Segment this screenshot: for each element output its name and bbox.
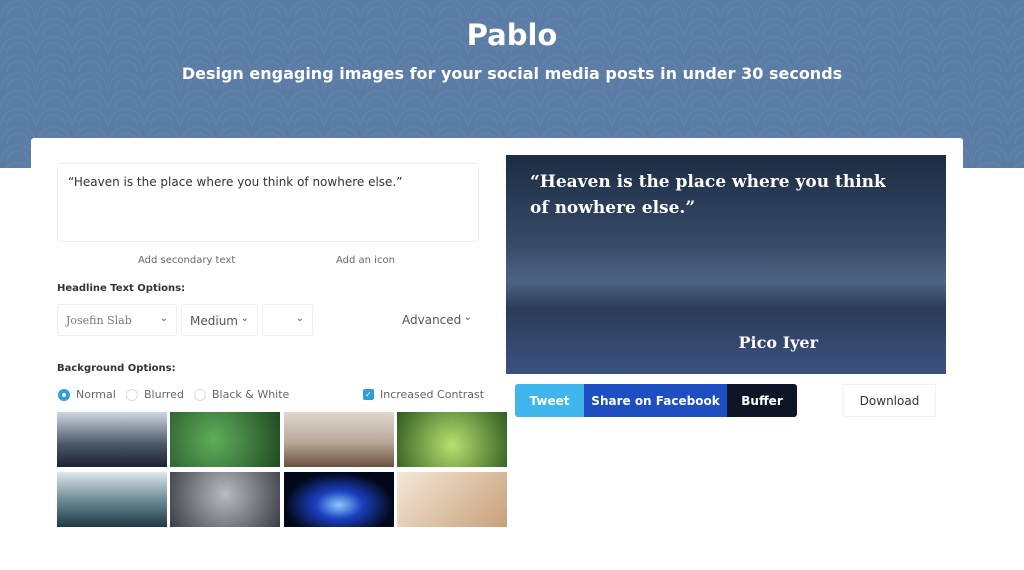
app-subtitle: Design engaging images for your social m… (181, 64, 843, 83)
image-preview: “Heaven is the place where you think of … (506, 155, 946, 374)
preview-quote: “Heaven is the place where you think of … (530, 172, 886, 218)
increased-contrast-checkbox[interactable]: ✓ Increased Contrast (363, 388, 484, 401)
radio-label: Blurred (144, 388, 184, 401)
background-thumbnail[interactable] (57, 472, 167, 527)
font-value: Josefin Slab (66, 314, 132, 327)
background-thumbnail[interactable] (170, 412, 280, 467)
radio-normal[interactable]: Normal (58, 388, 116, 401)
chevron-down-icon: ⌄ (463, 312, 472, 323)
checkmark-icon: ✓ (363, 389, 374, 400)
background-thumbnail[interactable] (57, 412, 167, 467)
chevron-down-icon: ⌄ (240, 313, 249, 324)
headline-textarea[interactable]: “Heaven is the place where you think of … (57, 163, 479, 242)
font-select[interactable]: Josefin Slab ⌄ (57, 304, 177, 336)
headline-options-label: Headline Text Options: (57, 283, 186, 294)
size-select[interactable]: ⌄ (262, 304, 313, 336)
background-thumbnail[interactable] (397, 472, 507, 527)
background-thumbnail[interactable] (284, 472, 394, 527)
add-secondary-text-link[interactable]: Add secondary text (138, 255, 235, 266)
share-facebook-button[interactable]: Share on Facebook (584, 384, 727, 417)
preview-author: Pico Iyer (738, 333, 818, 352)
tweet-button[interactable]: Tweet (515, 384, 584, 417)
radio-icon (126, 388, 138, 401)
background-thumbnail[interactable] (397, 412, 507, 467)
advanced-label: Advanced (402, 313, 462, 327)
add-icon-link[interactable]: Add an icon (336, 255, 395, 266)
weight-value: Medium (190, 314, 238, 328)
radio-label: Black & White (212, 388, 290, 401)
download-button[interactable]: Download (843, 384, 936, 417)
background-thumbnail[interactable] (284, 412, 394, 467)
radio-label: Normal (76, 388, 116, 401)
radio-blurred[interactable]: Blurred (126, 388, 184, 401)
weight-select[interactable]: Medium ⌄ (181, 304, 258, 336)
background-thumbnail[interactable] (170, 472, 280, 527)
background-options-label: Background Options: (57, 363, 176, 374)
chevron-down-icon: ⌄ (159, 313, 168, 324)
radio-selected-icon (58, 388, 70, 401)
radio-icon (194, 388, 206, 401)
buffer-button[interactable]: Buffer (727, 384, 797, 417)
advanced-toggle[interactable]: Advanced ⌄ (394, 304, 480, 336)
app-title: Pablo (466, 18, 558, 52)
radio-black-white[interactable]: Black & White (194, 388, 289, 401)
checkbox-label: Increased Contrast (380, 388, 485, 401)
chevron-down-icon: ⌄ (295, 313, 304, 324)
